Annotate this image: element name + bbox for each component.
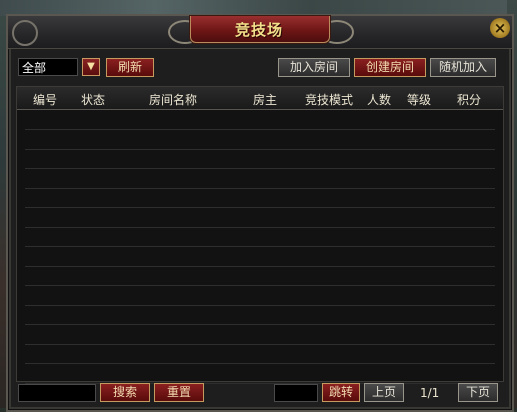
column-header-level[interactable]: 等级 [407, 91, 431, 108]
create-room-button[interactable]: 创建房间 [354, 58, 426, 77]
room-filter-select[interactable]: 全部 [18, 58, 78, 76]
arena-window: 竞技场 × 全部 ▼ 刷新 加入房间 创建房间 随机加入 编号 状态 房间名称 … [6, 14, 514, 412]
title-bar[interactable]: 竞技场 × [8, 16, 512, 49]
column-header-score[interactable]: 积分 [457, 91, 481, 108]
reset-button[interactable]: 重置 [154, 383, 204, 402]
search-input[interactable] [18, 384, 96, 402]
next-page-button[interactable]: 下页 [458, 383, 498, 402]
jump-button[interactable]: 跳转 [322, 383, 360, 402]
table-row-divider [25, 246, 495, 247]
column-header-id[interactable]: 编号 [33, 91, 57, 108]
table-row-divider [25, 187, 495, 189]
table-row-divider [25, 304, 495, 306]
page-indicator: 1/1 [420, 386, 440, 400]
table-row-divider [25, 168, 495, 169]
table-row-divider [25, 265, 495, 267]
corner-ornament-icon [12, 20, 38, 46]
table-row-divider [25, 363, 495, 364]
close-icon[interactable]: × [490, 18, 510, 38]
table-row-divider [25, 148, 495, 150]
table-row-divider [25, 129, 495, 130]
table-row-divider [25, 343, 495, 345]
room-list: 编号 状态 房间名称 房主 竞技模式 人数 等级 积分 [16, 86, 504, 384]
column-header-players[interactable]: 人数 [367, 91, 391, 108]
refresh-button[interactable]: 刷新 [106, 58, 154, 77]
search-button[interactable]: 搜索 [100, 383, 150, 402]
random-join-button[interactable]: 随机加入 [430, 58, 496, 77]
column-header-status[interactable]: 状态 [81, 91, 105, 108]
column-header-owner[interactable]: 房主 [253, 91, 277, 108]
table-row-divider [25, 207, 495, 208]
chevron-down-icon[interactable]: ▼ [82, 58, 100, 76]
column-header-room-name[interactable]: 房间名称 [149, 91, 197, 108]
join-room-button[interactable]: 加入房间 [278, 58, 350, 77]
column-header-mode[interactable]: 竞技模式 [305, 91, 353, 108]
table-row-divider [25, 285, 495, 286]
window-title: 竞技场 [234, 21, 283, 39]
prev-page-button[interactable]: 上页 [364, 383, 404, 402]
page-jump-input[interactable] [274, 384, 318, 402]
table-row-divider [25, 324, 495, 325]
room-list-header: 编号 状态 房间名称 房主 竞技模式 人数 等级 积分 [17, 87, 503, 110]
table-row-divider [25, 226, 495, 228]
